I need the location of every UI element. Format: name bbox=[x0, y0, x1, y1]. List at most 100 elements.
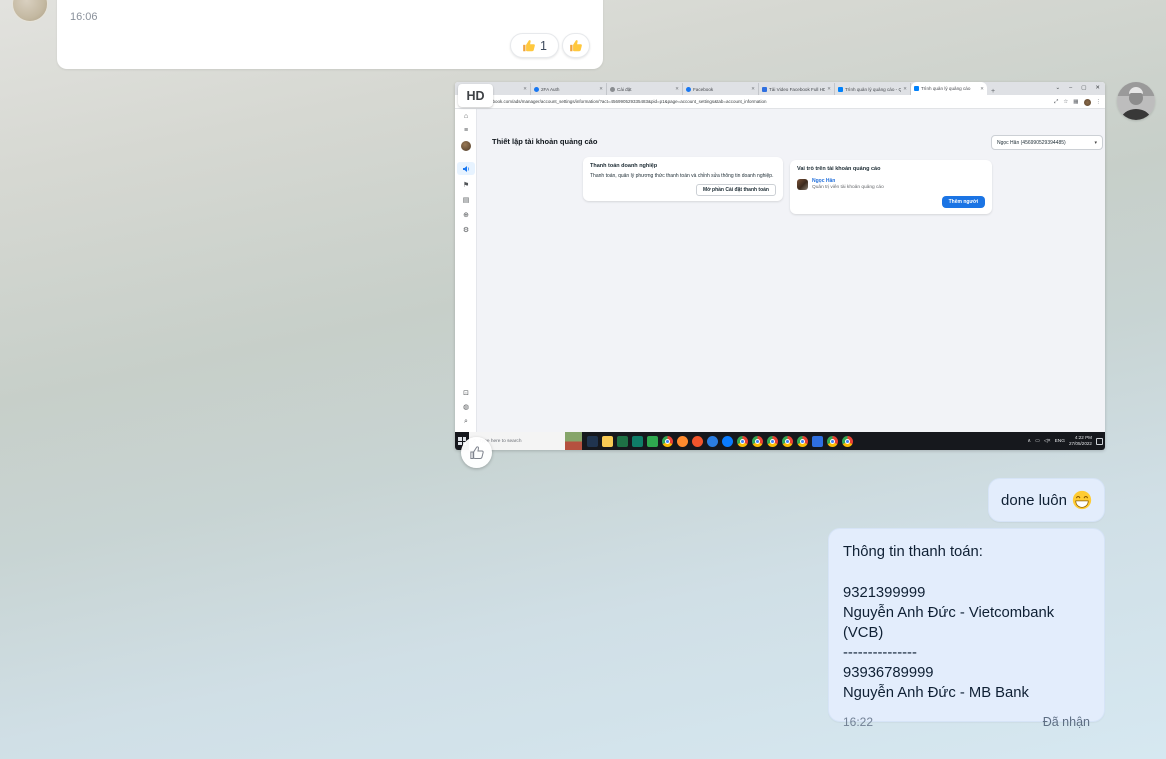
card-description: Thanh toán, quản lý phương thức thanh to… bbox=[590, 173, 776, 181]
hd-quality-badge[interactable]: HD bbox=[458, 84, 493, 107]
payment-account-number: 9321399999 bbox=[843, 583, 1090, 603]
extensions-icon: ▦ bbox=[1073, 99, 1078, 105]
tab-close-icon: ✕ bbox=[523, 86, 527, 92]
delivery-status: Đã nhận bbox=[1043, 712, 1090, 732]
search-icon: ⌕ bbox=[455, 418, 477, 425]
profile-avatar-icon bbox=[1084, 99, 1091, 106]
globe-icon: ⊕ bbox=[455, 212, 477, 219]
facebook-favicon bbox=[686, 87, 691, 92]
meta-favicon bbox=[914, 86, 919, 91]
photoshop-icon bbox=[587, 436, 598, 447]
chrome-profile-icon bbox=[827, 436, 838, 447]
avatar[interactable] bbox=[12, 0, 48, 22]
settings-favicon bbox=[610, 87, 615, 92]
sent-message-bubble[interactable]: Thông tin thanh toán: 9321399999 Nguyễn … bbox=[828, 528, 1105, 722]
card-title: Vai trò trên tài khoản quảng cáo bbox=[797, 166, 985, 172]
payment-account-name: Nguyễn Anh Đức - Vietcombank (VCB) bbox=[843, 603, 1090, 643]
member-role: Quản trị viên tài khoản quảng cáo bbox=[812, 185, 884, 190]
received-message-bubble[interactable]: 16:06 1 bbox=[57, 0, 603, 69]
network-icon: ▭ bbox=[1035, 438, 1040, 444]
avatar[interactable] bbox=[1117, 82, 1155, 120]
taskbar-icons bbox=[587, 436, 853, 447]
open-payment-settings-button: Mở phần Cài đặt thanh toán bbox=[696, 184, 776, 196]
billing-icon: ▤ bbox=[455, 197, 477, 204]
excel-icon bbox=[617, 436, 628, 447]
beaming-face-icon bbox=[1072, 490, 1092, 510]
tab-close-icon: ✕ bbox=[903, 86, 907, 92]
firefox-icon bbox=[677, 436, 688, 447]
bell-icon: ◍ bbox=[455, 404, 477, 411]
payment-account-number: 93936789999 bbox=[843, 663, 1090, 683]
facebook-favicon bbox=[534, 87, 539, 92]
payment-title: Thông tin thanh toán: bbox=[843, 542, 1090, 562]
chrome-icon bbox=[662, 436, 673, 447]
chrome-profile-icon bbox=[782, 436, 793, 447]
reaction-pill[interactable]: 1 bbox=[510, 33, 559, 58]
divider-dashes: --------------- bbox=[843, 643, 1090, 663]
thumbs-up-outline-icon bbox=[469, 445, 485, 461]
browser-tab-active: Trình quản lý quảng cáo ✕ bbox=[911, 82, 987, 95]
browser-tab: 2FA Auth ✕ bbox=[531, 83, 607, 95]
system-tray: ∧ ▭ ◁× ENG 4:22 PM 27/05/2022 bbox=[1027, 432, 1103, 450]
tab-close-icon: ✕ bbox=[827, 86, 831, 92]
settings-gear-icon: ⚙ bbox=[455, 227, 477, 234]
edge-icon bbox=[707, 436, 718, 447]
chrome-profile-icon bbox=[752, 436, 763, 447]
add-person-button: Thêm người bbox=[942, 196, 985, 208]
browser-tab: Facebook ✕ bbox=[683, 83, 759, 95]
user-avatar-icon bbox=[461, 141, 471, 151]
roles-card: Vai trò trên tài khoản quảng cáo Ngọc Hâ… bbox=[790, 160, 992, 214]
member-avatar bbox=[797, 179, 808, 190]
messenger-icon bbox=[722, 436, 733, 447]
account-selector-dropdown: Ngọc Hân (456990529394485) ▾ bbox=[991, 135, 1103, 150]
teams-icon bbox=[632, 436, 643, 447]
chrome-profile-icon bbox=[767, 436, 778, 447]
windows-taskbar: ⌕ Type here to search bbox=[455, 432, 1105, 450]
quick-like-button[interactable] bbox=[461, 437, 492, 468]
browser-tab: Trình quản lý quảng cáo - Quả ✕ bbox=[835, 83, 911, 95]
home-icon: ⌂ bbox=[455, 113, 477, 120]
chrome-profile-icon bbox=[737, 436, 748, 447]
share-icon: ⤢ bbox=[1054, 99, 1058, 106]
language-indicator: ENG bbox=[1055, 439, 1065, 444]
weather-widget bbox=[565, 432, 582, 450]
tab-close-icon: ✕ bbox=[675, 86, 679, 92]
menu-dots-icon: ⋮ bbox=[1096, 99, 1102, 105]
browser-tab: Cài đặt ✕ bbox=[607, 83, 683, 95]
meta-favicon bbox=[838, 87, 843, 92]
screen-icon: ⊡ bbox=[455, 390, 477, 397]
reaction-button[interactable] bbox=[562, 33, 590, 58]
new-tab-icon: + bbox=[991, 88, 995, 95]
tray-chevron-icon: ∧ bbox=[1027, 438, 1031, 444]
sent-message-bubble[interactable]: done luôn bbox=[988, 478, 1105, 522]
video-favicon bbox=[762, 87, 767, 92]
brave-icon bbox=[692, 436, 703, 447]
message-timestamp: 16:22 bbox=[843, 712, 873, 732]
chevron-down-icon: ⌄ bbox=[1056, 85, 1061, 91]
shared-screenshot-image[interactable]: Zalo ✕ 2FA Auth ✕ Cài đặt ✕ Facebook ✕ T… bbox=[455, 82, 1105, 450]
card-title: Thanh toán doanh nghiệp bbox=[590, 163, 776, 169]
facebook-page: ⌂ ≡ ⚑ ▤ ⊕ ⚙ ⊡ ◍ ⌕ ? ⛶ Thiết lập tài khoả… bbox=[455, 109, 1105, 432]
caret-down-icon: ▾ bbox=[1094, 140, 1097, 146]
message-text: done luôn bbox=[1001, 492, 1067, 509]
window-controls: ⌄ – ▢ ✕ bbox=[1056, 82, 1103, 94]
thumbs-up-icon bbox=[522, 39, 536, 53]
page-title: Thiết lập tài khoản quảng cáo bbox=[492, 137, 597, 146]
tab-close-icon: ✕ bbox=[980, 86, 984, 92]
browser-toolbar: ↻ facebook.com/ads/manager/account_setti… bbox=[455, 95, 1105, 109]
tab-close-icon: ✕ bbox=[599, 86, 603, 92]
bookmark-star-icon: ☆ bbox=[1063, 99, 1068, 105]
volume-icon: ◁× bbox=[1044, 438, 1051, 444]
member-name: Ngọc Hân bbox=[812, 178, 884, 184]
chrome-profile-icon bbox=[797, 436, 808, 447]
ads-manager-icon bbox=[457, 162, 475, 175]
address-bar: facebook.com/ads/manager/account_setting… bbox=[484, 99, 954, 104]
browser-tab: Tải Video Facebook Full HD 10 ✕ bbox=[759, 83, 835, 95]
fb-sidebar: ⌂ ≡ ⚑ ▤ ⊕ ⚙ ⊡ ◍ ⌕ ? ⛶ bbox=[455, 109, 477, 432]
sheets-icon bbox=[647, 436, 658, 447]
chat-window: 16:06 1 Zalo ✕ 2FA Auth ✕ Cài đặt bbox=[0, 0, 1166, 759]
tray-clock: 4:22 PM 27/05/2022 bbox=[1069, 435, 1092, 447]
close-icon: ✕ bbox=[1095, 85, 1100, 91]
reaction-count: 1 bbox=[540, 39, 547, 53]
minimize-icon: – bbox=[1069, 85, 1072, 91]
